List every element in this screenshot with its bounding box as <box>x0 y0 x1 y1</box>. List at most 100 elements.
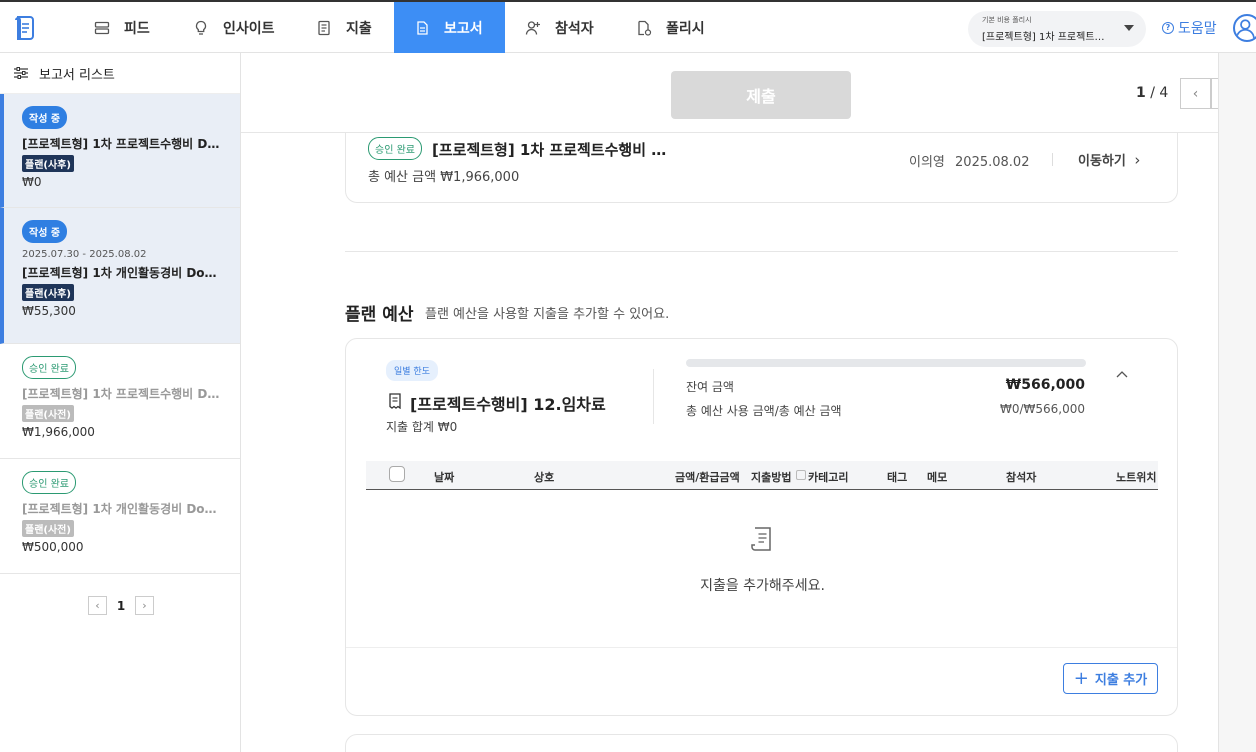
nav-policy[interactable]: 폴리시 <box>636 2 705 53</box>
receipt-icon <box>318 20 330 35</box>
help-label: 도움말 <box>1178 21 1217 37</box>
column-header[interactable]: 금액/환급금액 <box>675 469 740 485</box>
column-header[interactable]: 참석자 <box>1006 469 1036 485</box>
section-divider <box>345 251 1178 252</box>
linked-report-owner: 이의영 2025.08.02 <box>909 151 1029 170</box>
add-person-icon <box>525 20 540 35</box>
prev-page-button[interactable]: ‹ <box>88 596 107 615</box>
status-badge: 작성 중 <box>22 220 68 243</box>
column-header[interactable]: 태그 <box>887 469 907 485</box>
linked-report-budget: 총 예산 금액 ₩1,966,000 <box>368 170 520 185</box>
nav-attendee[interactable]: 참석자 <box>525 2 594 53</box>
nav-report[interactable]: 보고서 <box>394 2 505 53</box>
help-icon: ? <box>1162 22 1174 34</box>
select-all-checkbox[interactable] <box>389 466 405 482</box>
scrollbar-gutter[interactable] <box>1218 53 1256 752</box>
policy-selector-label: 기본 비용 폴리시 <box>982 16 1032 24</box>
report-title: [프로젝트형] 1차 프로젝트수행비 Do… <box>22 137 220 151</box>
user-icon <box>1235 19 1255 39</box>
report-title: [프로젝트형] 1차 개인활동경비 Dou… <box>22 502 220 516</box>
report-list-item[interactable]: 승인 완료 [프로젝트형] 1차 프로젝트수행비 Do… 플랜(사전) ₩1,9… <box>0 344 240 459</box>
filter-sliders-icon[interactable] <box>14 67 28 79</box>
submit-button[interactable]: 제출 <box>671 71 851 119</box>
budget-usage-bar <box>686 359 1086 367</box>
sidebar-header: 보고서 리스트 <box>0 53 240 94</box>
chevron-right-icon: › <box>1134 151 1141 169</box>
remaining-label: 잔여 금액 <box>686 380 734 394</box>
plan-tag: 플랜(사후) <box>22 155 74 172</box>
nav-insight-label: 인사이트 <box>223 20 275 37</box>
empty-state-message: 지출을 추가해주세요. <box>700 578 825 594</box>
sidebar-title: 보고서 리스트 <box>39 67 115 83</box>
go-to-report-link[interactable]: 이동하기 › <box>1078 150 1140 169</box>
report-list-sidebar: 보고서 리스트 작성 중 [프로젝트형] 1차 프로젝트수행비 Do… 플랜(사… <box>0 53 241 752</box>
nav-expense[interactable]: 지출 <box>316 2 372 53</box>
help-link[interactable]: ? 도움말 <box>1162 18 1217 38</box>
app-logo-icon[interactable] <box>14 15 36 41</box>
nav-feed[interactable]: 피드 <box>94 2 150 53</box>
feed-icon <box>94 21 110 34</box>
next-plan-card <box>345 734 1178 752</box>
report-list-item[interactable]: 승인 완료 [프로젝트형] 1차 개인활동경비 Dou… 플랜(사전) ₩500… <box>0 459 240 574</box>
page-total: / 4 <box>1150 85 1169 101</box>
nav-insight[interactable]: 인사이트 <box>193 2 275 53</box>
nav-expense-label: 지출 <box>346 20 372 37</box>
divider <box>346 647 1177 648</box>
nav-feed-label: 피드 <box>124 20 150 37</box>
plan-budget-card: 일별 한도 [프로젝트수행비] 12.임차료 지출 합계 ₩0 잔여 금액 ₩5… <box>345 338 1178 716</box>
plan-tag: 플랜(사후) <box>22 284 74 301</box>
column-header[interactable]: 메모 <box>927 469 947 485</box>
next-page-button[interactable]: › <box>135 596 154 615</box>
expense-table-header: 날짜 상호 금액/환급금액 지출방법 카테고리 태그 메모 참석자 노트위치 <box>366 461 1158 490</box>
status-badge: 승인 완료 <box>368 137 422 160</box>
app-window: 피드 인사이트 지출 보고서 참석자 폴리시 기본 비용 폴리시 [프로젝트형]… <box>0 0 1256 752</box>
report-list-item[interactable]: 작성 중 2025.07.30 - 2025.08.02 [프로젝트형] 1차 … <box>0 208 240 344</box>
usage-label: 총 예산 사용 금액/총 예산 금액 <box>686 404 842 418</box>
prev-report-button[interactable]: ‹ <box>1180 78 1211 109</box>
limit-badge: 일별 한도 <box>386 360 438 381</box>
nav-attendee-label: 참석자 <box>555 20 594 37</box>
top-navigation: 피드 인사이트 지출 보고서 참석자 폴리시 기본 비용 폴리시 [프로젝트형]… <box>0 2 1256 53</box>
column-header[interactable]: 지출방법 <box>751 469 791 485</box>
report-amount: ₩55,300 <box>22 304 76 318</box>
chevron-up-icon[interactable] <box>1116 369 1128 381</box>
status-badge: 승인 완료 <box>22 356 76 379</box>
remaining-value: ₩566,000 <box>1005 377 1085 393</box>
divider <box>1052 153 1053 166</box>
plan-budget-description: 플랜 예산을 사용할 지출을 추가할 수 있어요. <box>425 307 670 322</box>
report-title: [프로젝트형] 1차 개인활동경비 Dou… <box>22 266 220 280</box>
report-icon <box>417 20 428 35</box>
column-header[interactable]: 상호 <box>534 469 554 485</box>
policy-selector[interactable]: 기본 비용 폴리시 [프로젝트형] 1차 프로젝트수… <box>968 11 1146 47</box>
plan-category-title: [프로젝트수행비] 12.임차료 <box>410 395 606 414</box>
column-header[interactable]: 노트위치 <box>1116 469 1156 485</box>
report-title: [프로젝트형] 1차 프로젝트수행비 Do… <box>22 387 220 401</box>
next-report-button[interactable]: › <box>1211 78 1218 109</box>
status-badge: 작성 중 <box>22 106 68 129</box>
column-header[interactable]: 카테고리 <box>808 469 848 485</box>
report-toolbar: 제출 1 / 4 ‹ › <box>241 53 1218 133</box>
report-amount: ₩1,966,000 <box>22 425 95 439</box>
owner-date: 2025.08.02 <box>955 155 1030 170</box>
usage-value: ₩0/₩566,000 <box>999 402 1085 416</box>
add-expense-button[interactable]: + 지출 추가 <box>1063 663 1158 694</box>
column-header[interactable]: 날짜 <box>434 469 454 485</box>
expense-total: 지출 합계 ₩0 <box>386 420 458 434</box>
owner-name: 이의영 <box>909 155 945 170</box>
report-amount: ₩500,000 <box>22 540 84 554</box>
plan-budget-title: 플랜 예산 <box>345 305 414 325</box>
go-to-label: 이동하기 <box>1078 154 1126 169</box>
empty-receipt-icon <box>751 527 771 551</box>
page-number[interactable]: 1 <box>107 599 135 613</box>
nav-policy-label: 폴리시 <box>666 20 705 37</box>
report-amount: ₩0 <box>22 175 42 189</box>
policy-doc-icon <box>638 20 652 36</box>
report-detail: 승인 완료 [프로젝트형] 1차 프로젝트수행비 … 총 예산 금액 ₩1,96… <box>241 53 1218 752</box>
add-expense-label: 지출 추가 <box>1094 673 1148 688</box>
chevron-down-icon <box>1124 25 1134 31</box>
report-date-range: 2025.07.30 - 2025.08.02 <box>22 249 147 260</box>
avatar[interactable] <box>1233 14 1256 42</box>
lightbulb-icon <box>195 20 207 35</box>
status-badge: 승인 완료 <box>22 471 76 494</box>
report-list-item[interactable]: 작성 중 [프로젝트형] 1차 프로젝트수행비 Do… 플랜(사후) ₩0 <box>0 94 240 208</box>
